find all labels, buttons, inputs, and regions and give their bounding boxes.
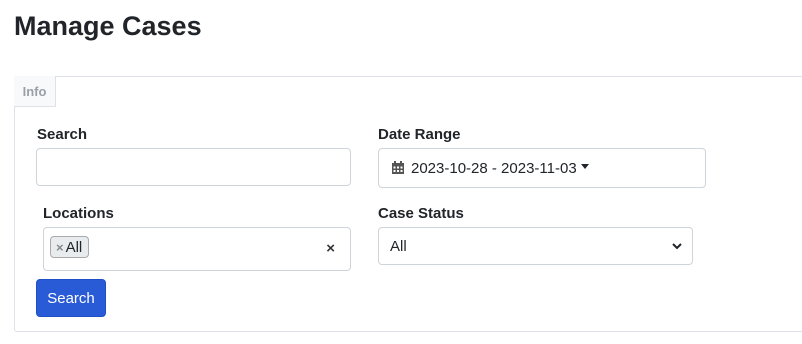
search-button[interactable]: Search xyxy=(36,279,106,317)
locations-multiselect[interactable]: × All × xyxy=(43,227,351,271)
case-status-label: Case Status xyxy=(378,205,464,222)
case-status-value: All xyxy=(390,237,407,255)
date-range-label: Date Range xyxy=(378,126,461,143)
locations-label: Locations xyxy=(43,205,114,222)
calendar-icon xyxy=(392,161,404,174)
chevron-down-icon xyxy=(672,243,682,250)
filter-panel xyxy=(14,76,802,332)
location-chip: × All xyxy=(50,236,90,258)
page-title: Manage Cases xyxy=(14,11,202,41)
caret-down-icon xyxy=(580,163,589,169)
chip-remove-icon[interactable]: × xyxy=(56,240,64,255)
location-chip-label: All xyxy=(65,238,83,256)
clear-icon[interactable]: × xyxy=(326,240,335,257)
tab-info[interactable]: Info xyxy=(14,76,56,107)
case-status-select[interactable]: All xyxy=(378,227,693,265)
search-input[interactable] xyxy=(36,148,351,186)
search-label: Search xyxy=(37,126,88,143)
date-range-picker[interactable]: 2023-10-28 - 2023-11-03 xyxy=(378,148,706,188)
date-range-value: 2023-10-28 - 2023-11-03 xyxy=(411,159,577,177)
